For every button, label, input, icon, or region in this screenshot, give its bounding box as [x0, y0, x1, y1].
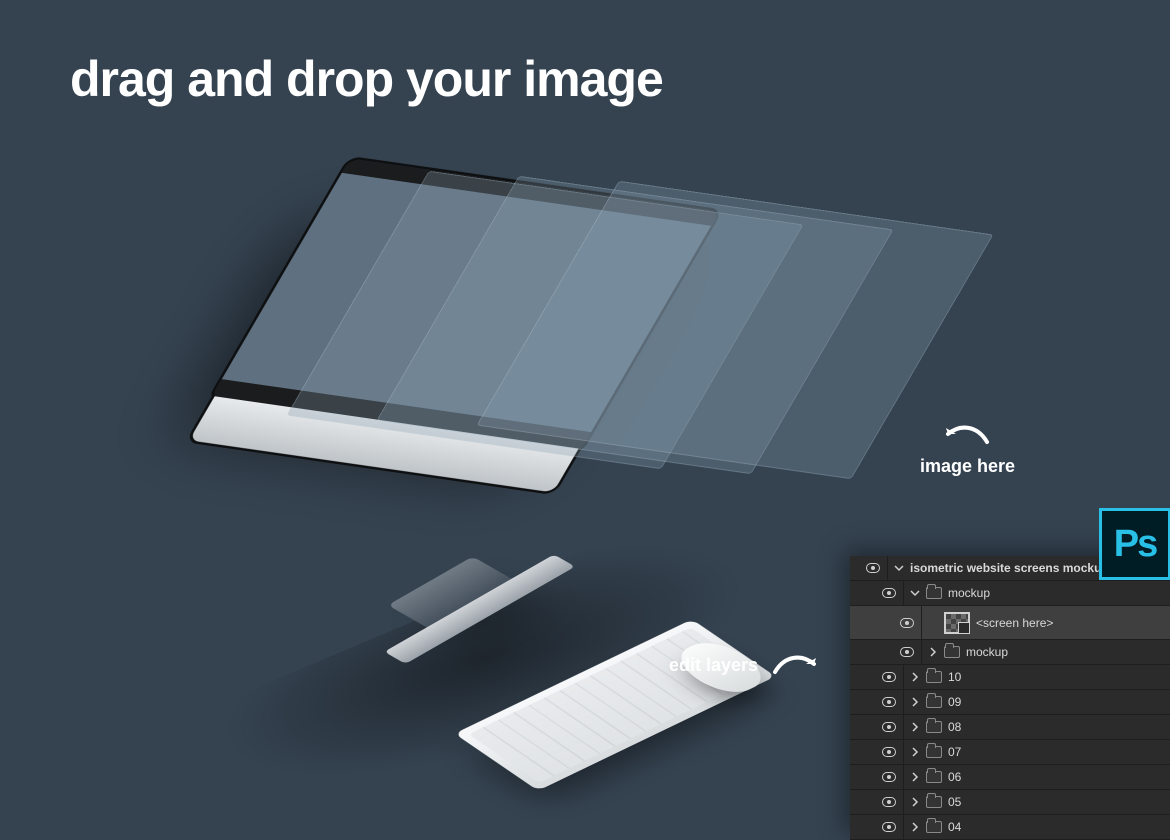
floating-pane-2	[377, 176, 894, 474]
chevron-right-icon[interactable]	[910, 697, 920, 707]
layer-label: 05	[948, 795, 961, 809]
folder-icon	[926, 746, 942, 758]
visibility-toggle[interactable]	[874, 690, 904, 714]
keyboard	[454, 619, 775, 790]
twisty-spacer	[928, 618, 938, 628]
smart-object-icon	[944, 612, 970, 634]
visibility-toggle[interactable]	[874, 581, 904, 605]
layer-row[interactable]: 08	[850, 715, 1170, 740]
layer-row[interactable]: mockup	[850, 581, 1170, 606]
eye-icon	[882, 797, 896, 807]
layer-row[interactable]: 05	[850, 790, 1170, 815]
visibility-toggle[interactable]	[874, 790, 904, 814]
callout-edit-layers: edit layers	[669, 650, 820, 680]
eye-icon	[900, 618, 914, 628]
eye-icon	[866, 563, 880, 573]
layer-row[interactable]: 04	[850, 815, 1170, 840]
chevron-right-icon[interactable]	[910, 747, 920, 757]
callout-edit-layers-label: edit layers	[669, 655, 758, 676]
arrow-left-curved-icon	[942, 420, 992, 450]
visibility-toggle[interactable]	[874, 740, 904, 764]
layer-label: 04	[948, 820, 961, 834]
layer-label: mockup	[948, 586, 990, 600]
page-headline: drag and drop your image	[70, 50, 663, 108]
layer-row[interactable]: 06	[850, 765, 1170, 790]
floating-pane-3	[477, 181, 994, 479]
chevron-right-icon[interactable]	[910, 672, 920, 682]
eye-icon	[882, 672, 896, 682]
layer-label: 07	[948, 745, 961, 759]
layer-row[interactable]: 10	[850, 665, 1170, 690]
visibility-toggle[interactable]	[874, 765, 904, 789]
floating-pane-1	[287, 171, 804, 469]
visibility-toggle[interactable]	[892, 606, 922, 639]
eye-icon	[900, 647, 914, 657]
callout-image-here: image here	[920, 420, 1015, 477]
folder-icon	[926, 721, 942, 733]
eye-icon	[882, 697, 896, 707]
chevron-down-icon[interactable]	[894, 563, 904, 573]
eye-icon	[882, 747, 896, 757]
layer-row[interactable]: 07	[850, 740, 1170, 765]
eye-icon	[882, 772, 896, 782]
layer-row[interactable]: mockup	[850, 640, 1170, 665]
layer-label: 08	[948, 720, 961, 734]
folder-icon	[926, 771, 942, 783]
eye-icon	[882, 588, 896, 598]
layer-label: 06	[948, 770, 961, 784]
imac-stand	[388, 556, 522, 633]
layer-label: <screen here>	[976, 616, 1053, 630]
arrow-right-curved-icon	[770, 650, 820, 680]
chevron-right-icon[interactable]	[910, 722, 920, 732]
visibility-toggle[interactable]	[874, 815, 904, 839]
visibility-toggle[interactable]	[874, 715, 904, 739]
chevron-right-icon[interactable]	[910, 772, 920, 782]
folder-icon	[944, 646, 960, 658]
chevron-down-icon[interactable]	[910, 588, 920, 598]
chevron-right-icon[interactable]	[928, 647, 938, 657]
eye-icon	[882, 722, 896, 732]
folder-icon	[926, 821, 942, 833]
layer-row[interactable]: 09	[850, 690, 1170, 715]
folder-icon	[926, 796, 942, 808]
layer-label: 09	[948, 695, 961, 709]
photoshop-badge-label: Ps	[1114, 523, 1156, 566]
imac-display	[207, 156, 724, 454]
layer-row[interactable]: <screen here>	[850, 606, 1170, 640]
layer-label: 10	[948, 670, 961, 684]
layer-label: mockup	[966, 645, 1008, 659]
layers-panel[interactable]: isometric website screens mockup mockup <s…	[850, 556, 1170, 840]
layer-label: isometric website screens mockup	[910, 561, 1109, 575]
folder-icon	[926, 696, 942, 708]
chevron-right-icon[interactable]	[910, 822, 920, 832]
visibility-toggle[interactable]	[892, 640, 922, 664]
folder-icon	[926, 671, 942, 683]
visibility-toggle[interactable]	[858, 556, 888, 580]
eye-icon	[882, 822, 896, 832]
visibility-toggle[interactable]	[874, 665, 904, 689]
photoshop-badge: Ps	[1099, 508, 1170, 580]
chevron-right-icon[interactable]	[910, 797, 920, 807]
folder-icon	[926, 587, 942, 599]
callout-image-here-label: image here	[920, 456, 1015, 477]
